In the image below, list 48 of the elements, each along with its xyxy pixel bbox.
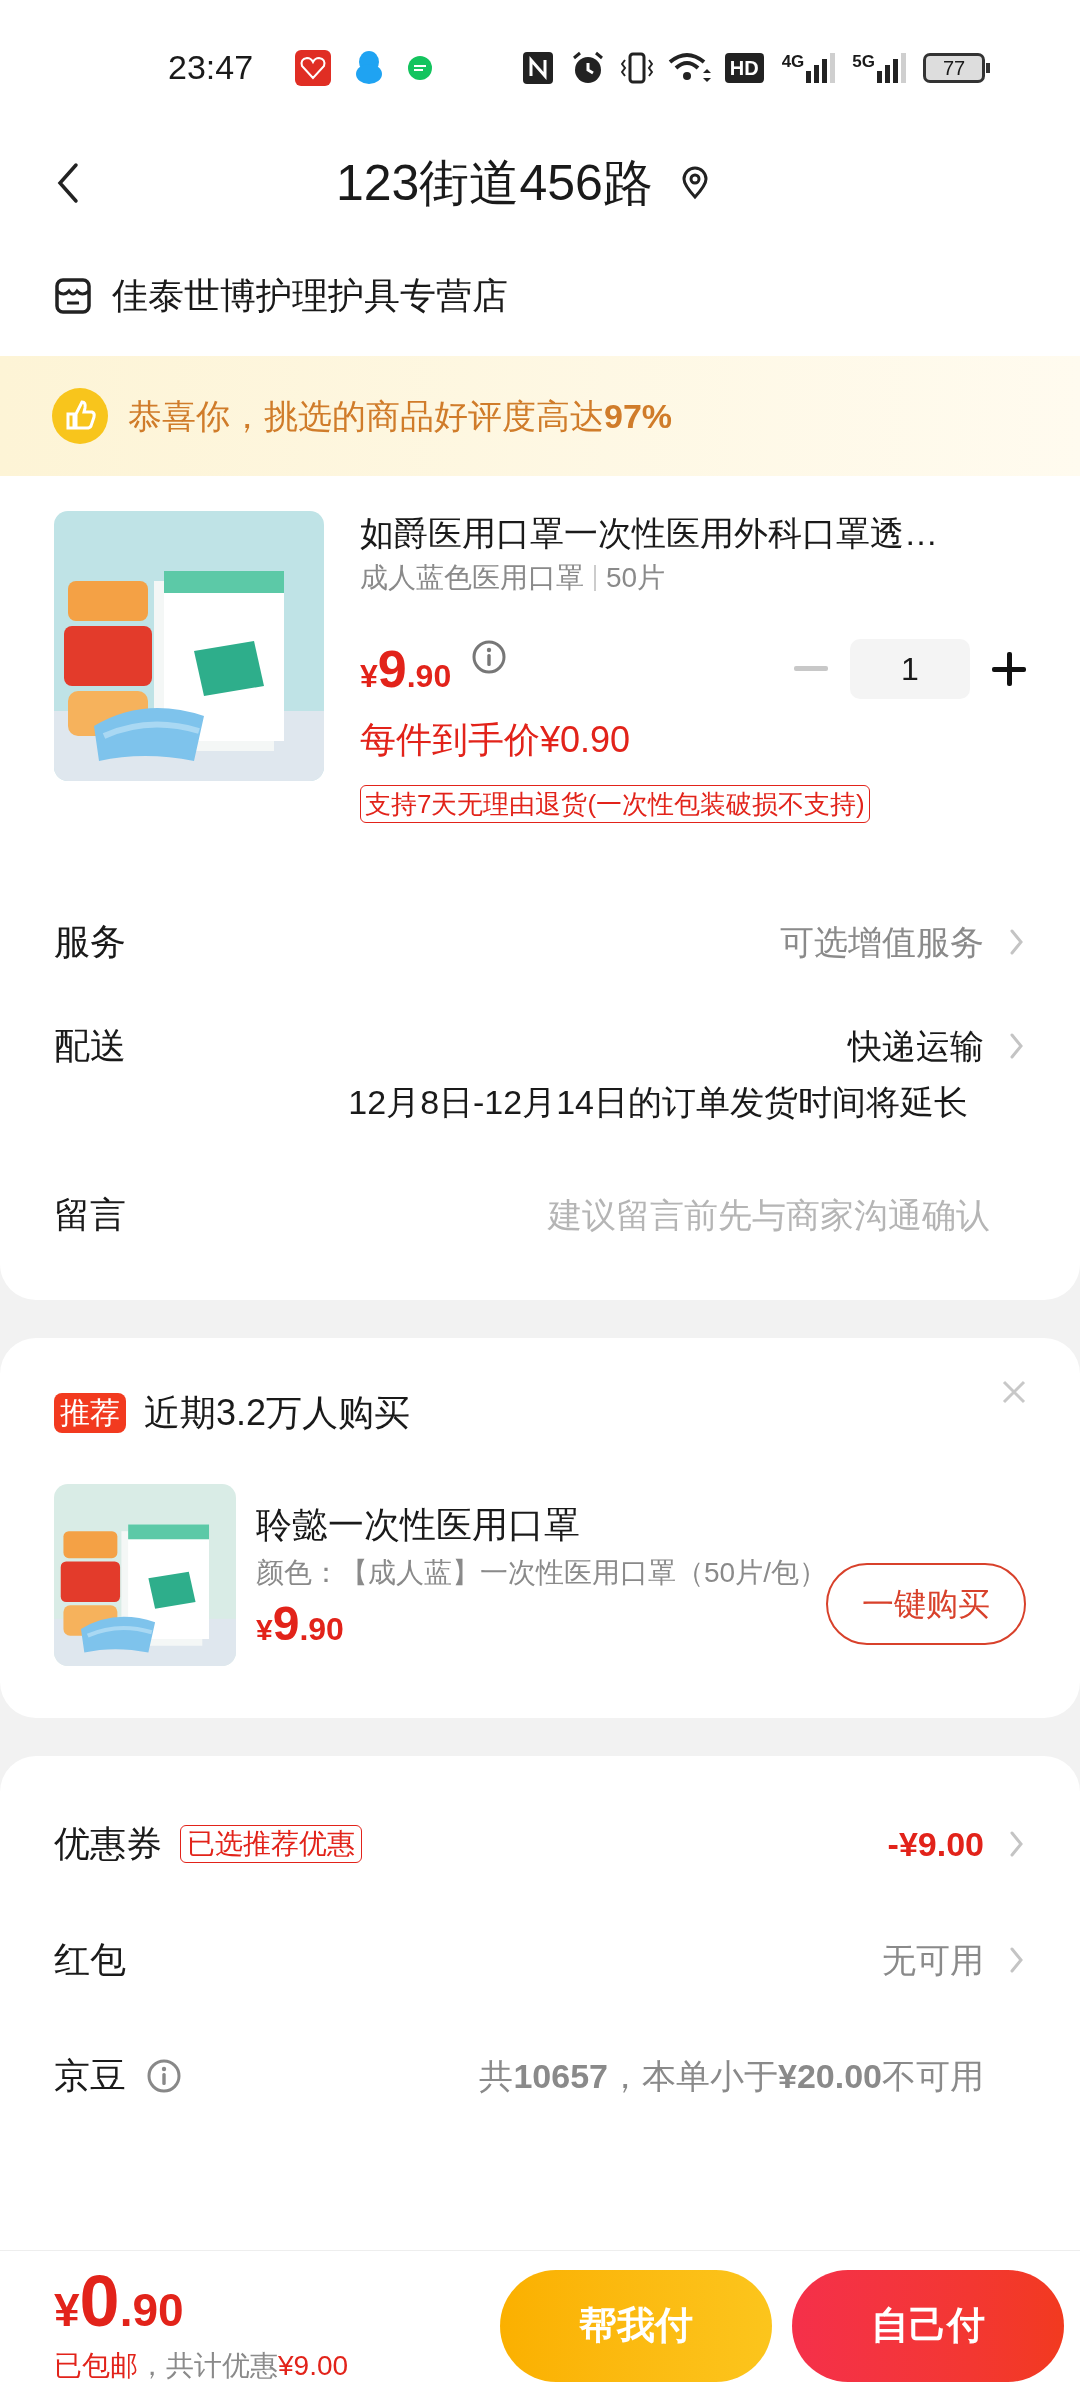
recommend-title: 近期3.2万人购买 — [144, 1391, 411, 1435]
back-icon[interactable] — [56, 161, 80, 204]
message-field[interactable]: 建议留言前先与商家沟通确认 — [430, 1189, 990, 1241]
app-notification-icon — [295, 49, 332, 86]
plus-icon[interactable] — [992, 652, 1026, 686]
nfc-icon — [522, 51, 553, 84]
order-summary: 已包邮，共计优惠¥9.00 — [54, 2348, 349, 2383]
return-policy-tag: 支持7天无理由退货(一次性包装破损不支持) — [360, 785, 870, 823]
total-price: ¥0.90 — [54, 2264, 185, 2337]
row-label: 留言 — [54, 1193, 126, 1237]
coupon-tag: 已选推荐优惠 — [180, 1825, 362, 1863]
product-title[interactable]: 如爵医用口罩一次性医用外科口罩透… — [360, 511, 1026, 555]
buy-now-button[interactable]: 一键购买 — [826, 1563, 1026, 1645]
row-value: 共10657，本单小于¥20.00不可用 — [479, 2055, 984, 2097]
recommend-price: ¥9.90 — [256, 1600, 344, 1648]
row-value[interactable]: -¥9.00 — [887, 1818, 984, 1870]
recommend-product-spec: 颜色：【成人蓝】一次性医用口罩（50片/包） — [256, 1556, 828, 1590]
store-name[interactable]: 佳泰世博护理护具专营店 — [112, 269, 508, 323]
alarm-clock-icon — [570, 50, 605, 85]
signal-indicator: 4G — [781, 52, 839, 83]
unit-price: 每件到手价¥0.90 — [360, 718, 632, 762]
rating-message: 恭喜你，挑选的商品好评度高达97% — [128, 395, 673, 437]
row-label: 京豆 — [54, 2054, 126, 2098]
pay-button[interactable]: 自己付 — [792, 2269, 1064, 2382]
delivery-note: 12月8日-12月14日的订单发货时间将延长 — [348, 1082, 968, 1123]
recommend-badge: 推荐 — [54, 1393, 126, 1433]
info-icon[interactable] — [471, 639, 508, 675]
location-pin-icon[interactable] — [680, 165, 709, 200]
vibrate-icon — [620, 50, 653, 85]
signal-indicator: 5G — [852, 52, 909, 83]
address-title[interactable]: 123街道456路 — [336, 157, 653, 208]
product-count: 50片 — [606, 561, 666, 595]
chat-bubble-icon — [407, 54, 434, 81]
row-value[interactable]: 快递运输 — [848, 1020, 984, 1072]
wifi-icon — [666, 50, 711, 85]
info-icon[interactable] — [146, 2058, 182, 2094]
status-time: 23:47 — [168, 47, 254, 88]
recommend-product-name[interactable]: 聆懿一次性医用口罩 — [256, 1502, 1026, 1548]
store-icon[interactable] — [54, 277, 92, 315]
quantity-field[interactable]: 1 — [850, 639, 970, 699]
product-price: ¥9.90 — [360, 643, 452, 695]
row-label: 配送 — [54, 1024, 126, 1068]
thumbs-up-icon — [52, 388, 108, 444]
hd-badge: HD — [724, 52, 764, 83]
row-label: 红包 — [54, 1938, 126, 1982]
product-spec: 成人蓝色医用口罩 — [360, 561, 584, 595]
row-label: 服务 — [54, 920, 126, 964]
row-label: 优惠券 — [54, 1822, 162, 1866]
